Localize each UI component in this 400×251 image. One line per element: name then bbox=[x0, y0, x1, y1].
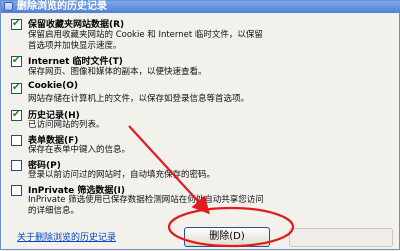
annotation-circle bbox=[167, 206, 295, 248]
annotation-overlay bbox=[128, 125, 295, 248]
annotation-arrow bbox=[128, 125, 210, 215]
delete-browsing-history-dialog: 删除浏览的历史记录 保留收藏夹网站数据(R) 保留启用收藏夹网站的 Cookie… bbox=[0, 0, 400, 250]
